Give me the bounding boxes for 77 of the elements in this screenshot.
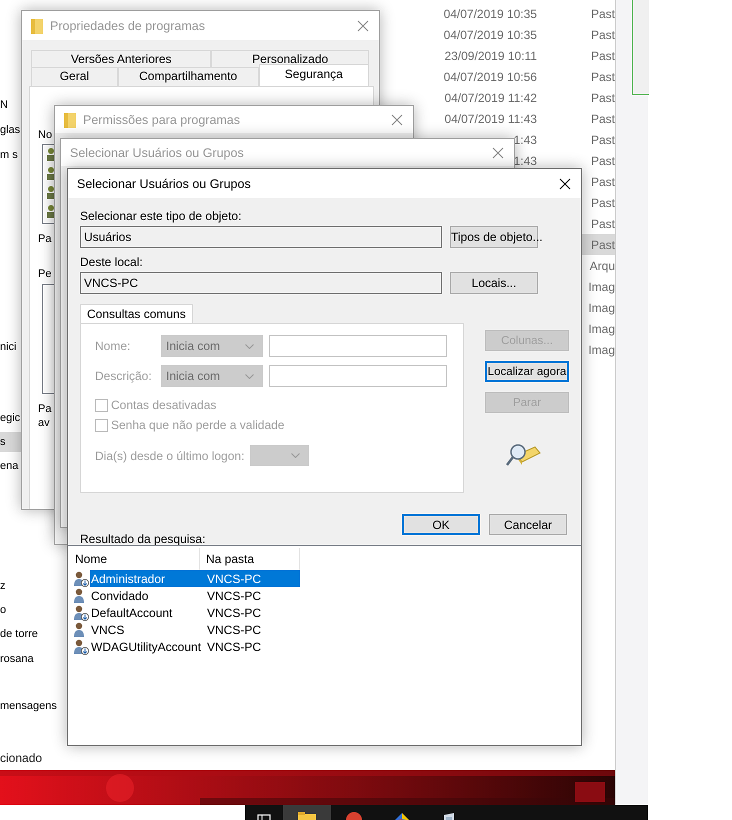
date-cell: 23/09/2019 10:11: [444, 48, 537, 62]
user-icon: [46, 147, 56, 161]
window-title: Selecionar Usuários ou Grupos: [70, 146, 244, 160]
folder-icon[interactable]: [298, 811, 316, 820]
results-label: Resultado da pesquisa:: [80, 532, 206, 546]
type-cell: Past: [590, 154, 615, 168]
name-cell-text: DefaultAccount: [90, 606, 174, 620]
checkbox-label: Senha que não perde a validade: [111, 418, 284, 432]
field-label: Deste local:: [80, 255, 144, 269]
field-label: Dia(s) desde o último logon:: [95, 448, 244, 462]
chevron-icon: [245, 374, 254, 378]
folder-cell: VNCS-PC: [207, 622, 262, 636]
date-cell: 1:43: [514, 132, 537, 146]
tab[interactable]: Versões Anteriores: [31, 50, 212, 67]
tab[interactable]: Geral: [31, 67, 118, 86]
type-cell: Past: [590, 70, 615, 84]
type-cell: Imag: [588, 280, 615, 294]
type-cell: Past: [590, 112, 615, 126]
folder-icon: [64, 112, 76, 128]
type-cell: Past: [590, 196, 615, 210]
date-cell: 04/07/2019 10:56: [444, 70, 537, 84]
name-cell-text: VNCS: [90, 622, 126, 636]
tab[interactable]: Compartilhamento: [118, 67, 259, 86]
locations-button[interactable]: Locais...: [450, 272, 538, 294]
folder-cell: VNCS-PC: [207, 606, 262, 620]
date-cell: 1:43: [514, 154, 537, 168]
type-cell: Past: [590, 238, 615, 252]
name-cell-text: Administrador: [90, 572, 166, 586]
type-cell: Past: [590, 174, 615, 188]
window-title: Propriedades de programas: [50, 18, 205, 32]
field-label: Selecionar este tipo de objeto:: [80, 209, 242, 223]
close-icon[interactable]: [559, 178, 571, 190]
folder-cell: VNCS-PC: [207, 640, 262, 654]
label-text: av: [38, 416, 50, 430]
type-cell: Past: [590, 90, 615, 104]
field-label: Nome:: [95, 339, 132, 353]
dialog-button[interactable]: OK: [402, 514, 480, 535]
tab[interactable]: Consultas comuns: [80, 304, 193, 323]
result-row[interactable]: Convidado VNCS-PC: [90, 587, 300, 604]
result-row[interactable]: VNCS VNCS-PC: [90, 621, 300, 638]
label-text: No: [38, 128, 52, 142]
type-cell: Imag: [588, 342, 615, 356]
label-text: Pa: [38, 402, 52, 416]
location-field[interactable]: VNCS-PC: [80, 272, 442, 294]
type-cell: Past: [590, 48, 615, 62]
type-cell: Imag: [588, 300, 615, 314]
date-cell: 04/07/2019 10:35: [444, 28, 537, 42]
name-cell-text: Convidado: [90, 588, 150, 602]
checkbox-label: Contas desativadas: [111, 398, 216, 412]
status-text: cionado: [0, 750, 44, 766]
name-cell-text: WDAGUtilityAccount: [90, 640, 202, 654]
side-button[interactable]: Localizar agora: [485, 361, 569, 382]
type-cell: Past: [590, 6, 615, 20]
window-title: Selecionar Usuários ou Grupos: [77, 176, 251, 190]
user-icon: [46, 185, 56, 199]
type-cell: Imag: [588, 322, 615, 336]
dialog-button[interactable]: Cancelar: [489, 514, 567, 535]
type-cell: Arqu: [590, 258, 615, 272]
window-title: Permissões para programas: [83, 112, 240, 126]
user-icon: [46, 166, 56, 180]
type-cell: Past: [590, 28, 615, 42]
type-cell: Past: [590, 132, 615, 146]
date-cell: 04/07/2019 11:43: [444, 112, 537, 126]
chevron-icon: [245, 344, 254, 348]
chevron-icon: [291, 453, 300, 458]
type-cell: Past: [590, 216, 615, 230]
date-cell: 04/07/2019 11:42: [444, 90, 537, 104]
field-label: Descrição:: [95, 369, 153, 383]
folder-cell: VNCS-PC: [207, 572, 262, 586]
folder-cell: VNCS-PC: [207, 588, 262, 602]
date-cell: 04/07/2019 10:35: [444, 6, 537, 20]
label-text: Pe: [38, 267, 52, 281]
user-icon: [46, 204, 56, 218]
label-text: Pa: [38, 232, 52, 246]
folder-icon: [31, 18, 43, 34]
tab[interactable]: Segurança: [258, 64, 369, 86]
object-type-field[interactable]: Usuários: [80, 226, 442, 248]
